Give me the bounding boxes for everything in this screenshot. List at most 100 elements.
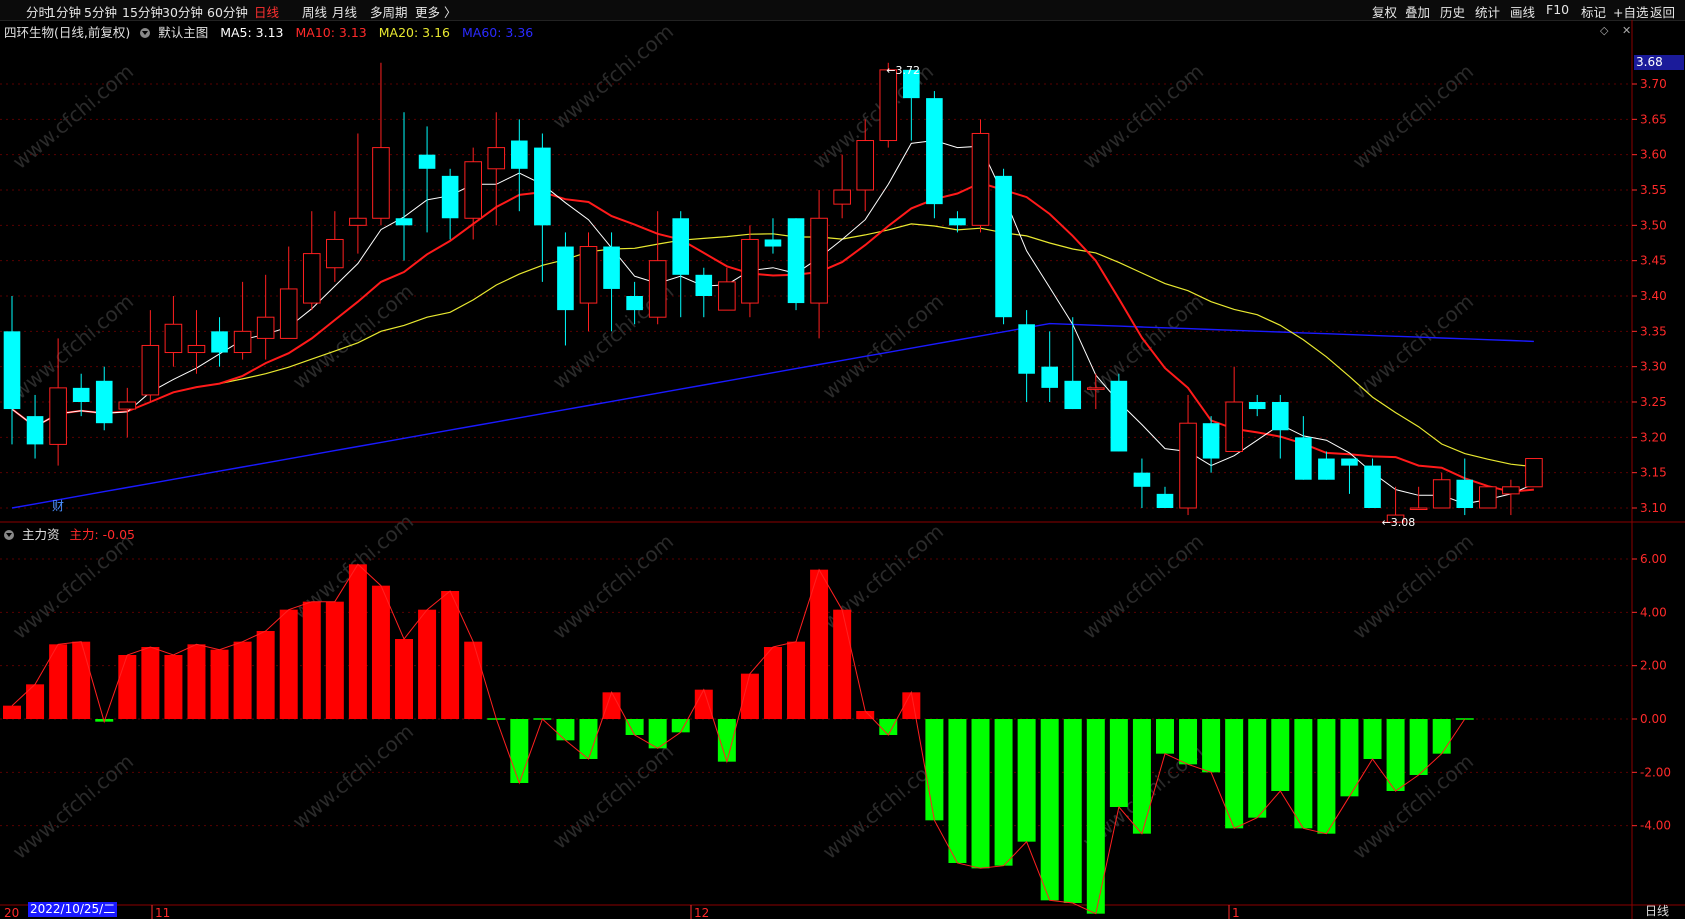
flow-bar bbox=[1248, 719, 1267, 818]
diamond-icon[interactable]: ◇ bbox=[1600, 24, 1608, 37]
price-tick-label: 3.15 bbox=[1640, 466, 1667, 480]
flow-bar bbox=[187, 644, 206, 719]
flow-bar bbox=[1432, 719, 1451, 754]
price-tick-label: 3.60 bbox=[1640, 148, 1667, 162]
candle-body bbox=[534, 147, 551, 226]
candle-body bbox=[233, 330, 252, 354]
flow-bar bbox=[233, 641, 252, 719]
toolbar-item-4[interactable]: 30分钟 bbox=[162, 2, 203, 21]
chart-canvas[interactable]: 3.70 3.65 3.60 3.55 3.50 3.45 3.40 3.35 3.30 3.25… bbox=[0, 20, 1685, 919]
flow-bar bbox=[994, 719, 1013, 866]
watermark-text: www.cfchi.com bbox=[1078, 59, 1208, 174]
flow-bar bbox=[579, 719, 598, 759]
candle-body bbox=[1318, 458, 1335, 480]
toolbar-item-2[interactable]: 5分钟 bbox=[84, 2, 117, 21]
toolbar-item-6[interactable]: 日线 bbox=[254, 2, 279, 21]
toolbar-item-5[interactable]: 60分钟 bbox=[207, 2, 248, 21]
candle-body bbox=[718, 281, 736, 311]
flow-bar bbox=[3, 705, 21, 719]
flow-tick-label: 2.00 bbox=[1640, 659, 1667, 673]
candle-body bbox=[1271, 402, 1289, 431]
flow-line bbox=[11, 563, 1466, 915]
watermark-text: www.cfchi.com bbox=[548, 529, 678, 644]
ma5-label: MA5: 3.13 bbox=[220, 25, 284, 40]
flow-tick-label: -4.00 bbox=[1640, 819, 1671, 833]
candle-body bbox=[1179, 422, 1197, 509]
candle-body bbox=[141, 344, 160, 396]
flow-bar bbox=[1040, 719, 1059, 901]
stock-name: 四环生物(日线,前复权) bbox=[4, 25, 131, 40]
watermark-text: www.cfchi.com bbox=[8, 59, 138, 174]
toolbar-right-item-8[interactable]: 返回 bbox=[1650, 2, 1675, 21]
flow-bar bbox=[810, 569, 829, 719]
toolbar-item-7[interactable]: 周线 bbox=[302, 2, 327, 21]
watermark-text: www.cfchi.com bbox=[548, 20, 678, 134]
candle-body bbox=[395, 218, 413, 226]
flow-bar bbox=[164, 655, 183, 719]
candle-body bbox=[441, 175, 459, 219]
toolbar-right-item-2[interactable]: 历史 bbox=[1440, 2, 1465, 21]
month-label: 11 bbox=[155, 906, 170, 919]
template-name[interactable]: 默认主图 bbox=[158, 25, 208, 40]
flow-bar bbox=[510, 719, 529, 783]
crosshair-date-badge: 2022/10/25/二 bbox=[28, 902, 118, 917]
toolbar-item-3[interactable]: 15分钟 bbox=[122, 2, 163, 21]
candle-body bbox=[949, 218, 966, 226]
sub-indicator-name[interactable]: 主力资 bbox=[22, 527, 60, 542]
candle-body bbox=[279, 288, 298, 339]
price-tick-label: 3.25 bbox=[1640, 395, 1667, 409]
toolbar-right-item-7[interactable]: +自选 bbox=[1613, 2, 1648, 21]
flow-bar bbox=[1294, 719, 1313, 829]
toolbar-right-item-0[interactable]: 复权 bbox=[1372, 2, 1397, 21]
candle-body bbox=[879, 69, 898, 142]
candle-body bbox=[1432, 479, 1451, 509]
flow-bar bbox=[141, 647, 160, 719]
candle-body bbox=[95, 380, 113, 424]
flow-bar bbox=[1386, 719, 1405, 791]
candle-body bbox=[418, 154, 436, 169]
flow-bar bbox=[925, 719, 944, 821]
flow-bar bbox=[1155, 719, 1174, 754]
toolbar-item-9[interactable]: 多周期 bbox=[370, 2, 408, 21]
main-chart-info: 四环生物(日线,前复权) 默认主图 MA5: 3.13 MA10: 3.13 M… bbox=[4, 22, 533, 41]
candle-body bbox=[464, 161, 482, 219]
toolbar-item-1[interactable]: 1分钟 bbox=[48, 2, 81, 21]
flow-bar bbox=[1317, 719, 1336, 834]
candle-body bbox=[579, 246, 598, 304]
flow-tick-label: 6.00 bbox=[1640, 552, 1667, 566]
toolbar-right-item-6[interactable]: 标记 bbox=[1581, 2, 1606, 21]
toolbar-item-10[interactable]: 更多 〉 bbox=[415, 2, 456, 21]
price-tick-label: 3.45 bbox=[1640, 254, 1667, 268]
flow-tick-label: -2.00 bbox=[1640, 765, 1671, 779]
price-tick-label: 3.50 bbox=[1640, 218, 1667, 232]
candle-body bbox=[1087, 387, 1105, 390]
watermark-text: www.cfchi.com bbox=[8, 749, 138, 864]
chevron-down-icon[interactable] bbox=[4, 530, 14, 540]
chevron-down-icon[interactable] bbox=[140, 28, 151, 38]
candle-body bbox=[49, 387, 67, 445]
flow-bar bbox=[902, 692, 921, 719]
date-prefix: 20 bbox=[4, 906, 19, 919]
candle-body bbox=[372, 147, 390, 219]
candle-body bbox=[603, 246, 620, 289]
candle-body bbox=[1364, 465, 1381, 508]
toolbar-right-item-5[interactable]: F10 bbox=[1546, 2, 1569, 17]
toolbar-right-item-1[interactable]: 叠加 bbox=[1405, 2, 1430, 21]
toolbar-item-8[interactable]: 月线 bbox=[332, 2, 357, 21]
candle-body bbox=[349, 217, 367, 226]
close-icon[interactable]: ✕ bbox=[1622, 24, 1631, 37]
flow-bar bbox=[464, 641, 483, 719]
candle-body bbox=[326, 238, 344, 269]
price-tick-label: 3.30 bbox=[1640, 360, 1667, 374]
candle-body bbox=[648, 260, 667, 318]
flow-bar bbox=[787, 641, 806, 719]
candle-body bbox=[256, 316, 275, 339]
flow-bar bbox=[441, 591, 460, 719]
toolbar-right-item-3[interactable]: 统计 bbox=[1475, 2, 1500, 21]
toolbar-right-item-4[interactable]: 画线 bbox=[1510, 2, 1535, 21]
candle-body bbox=[557, 246, 574, 311]
candle-body bbox=[1248, 402, 1266, 410]
flow-bar bbox=[418, 609, 437, 719]
candle-body bbox=[833, 189, 851, 205]
flow-tick-label: 0.00 bbox=[1640, 712, 1667, 726]
